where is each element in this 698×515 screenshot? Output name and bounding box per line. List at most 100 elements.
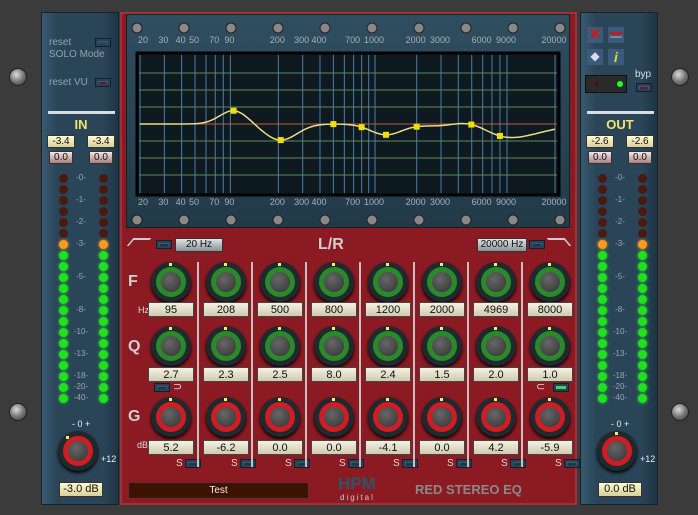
reset-vu-switch[interactable] <box>95 78 111 87</box>
clip-right[interactable]: 0.0 <box>89 151 113 164</box>
band-1-gain-knob[interactable] <box>151 397 191 437</box>
band-4-freq-value[interactable]: 800 <box>311 302 357 317</box>
meter-led <box>638 218 647 227</box>
band-2-gain-value[interactable]: -6.2 <box>203 440 249 455</box>
band-3-q-knob[interactable] <box>260 326 300 366</box>
band-point[interactable] <box>496 132 503 139</box>
high-cut-switch[interactable] <box>529 240 545 249</box>
meter-led <box>598 174 607 183</box>
meter-led <box>638 372 647 381</box>
band-point[interactable] <box>230 107 237 114</box>
minimize-icon[interactable] <box>608 27 624 43</box>
band-3-freq-knob[interactable] <box>260 262 300 302</box>
meter-led <box>598 262 607 271</box>
high-cut-value[interactable]: 20000 Hz <box>477 238 527 252</box>
band-8-q-value[interactable]: 1.0 <box>527 367 573 382</box>
band-3-q-value[interactable]: 2.5 <box>257 367 303 382</box>
band-7-freq-knob[interactable] <box>476 262 516 302</box>
band-5-gain-value[interactable]: -4.1 <box>365 440 411 455</box>
clip-left[interactable]: 0.0 <box>49 151 73 164</box>
band-4-solo-switch[interactable] <box>348 459 364 468</box>
band-8-q-knob[interactable] <box>530 326 570 366</box>
band-4-gain-value[interactable]: 0.0 <box>311 440 357 455</box>
clip-left[interactable]: 0.0 <box>588 151 612 164</box>
band-4-q-knob[interactable] <box>314 326 354 366</box>
preset-name-field[interactable]: Test <box>129 483 308 498</box>
band-4-q-value[interactable]: 8.0 <box>311 367 357 382</box>
band-7-freq-value[interactable]: 4969 <box>473 302 519 317</box>
band-7-gain-value[interactable]: 4.2 <box>473 440 519 455</box>
band-6-gain-value[interactable]: 0.0 <box>419 440 465 455</box>
info-icon[interactable]: i <box>608 49 624 65</box>
band-8-freq-value[interactable]: 8000 <box>527 302 573 317</box>
band-5-freq-knob[interactable] <box>368 262 408 302</box>
band-3-gain-value[interactable]: 0.0 <box>257 440 303 455</box>
meter-led <box>59 229 68 238</box>
low-shelf-switch[interactable] <box>154 383 170 392</box>
meter-scale-label: -0- <box>615 173 625 182</box>
band-4-gain-knob[interactable] <box>314 397 354 437</box>
band-6-q-knob[interactable] <box>422 326 462 366</box>
band-5-freq-value[interactable]: 1200 <box>365 302 411 317</box>
low-cut-value[interactable]: 20 Hz <box>175 238 223 252</box>
band-1-q-knob[interactable] <box>151 326 191 366</box>
band-5-q-value[interactable]: 2.4 <box>365 367 411 382</box>
reset-label: reset <box>49 37 72 48</box>
meter-led <box>598 350 607 359</box>
band-6-gain-knob[interactable] <box>422 397 462 437</box>
band-7-q-knob[interactable] <box>476 326 516 366</box>
band-2-freq-value[interactable]: 208 <box>203 302 249 317</box>
band-point[interactable] <box>468 121 475 128</box>
band-3-freq-value[interactable]: 500 <box>257 302 303 317</box>
band-8-freq-knob[interactable] <box>530 262 570 302</box>
divider <box>587 111 654 114</box>
bypass-switch[interactable] <box>636 83 652 92</box>
band-7-q-value[interactable]: 2.0 <box>473 367 519 382</box>
band-point[interactable] <box>358 124 365 131</box>
band-4-freq-knob[interactable] <box>314 262 354 302</box>
preset-icon[interactable]: ◆ <box>587 49 603 65</box>
output-gain-knob[interactable] <box>597 431 637 471</box>
band-2-gain-knob[interactable] <box>206 397 246 437</box>
band-5-solo-switch[interactable] <box>402 459 418 468</box>
band-point[interactable] <box>330 121 337 128</box>
input-gain-value[interactable]: -3.0 dB <box>59 482 103 497</box>
band-2-q-knob[interactable] <box>206 326 246 366</box>
band-point[interactable] <box>382 131 389 138</box>
band-6-freq-value[interactable]: 2000 <box>419 302 465 317</box>
band-2-solo-switch[interactable] <box>240 459 256 468</box>
band-7-gain-knob[interactable] <box>476 397 516 437</box>
band-8-solo-switch[interactable] <box>564 459 580 468</box>
band-2-q-value[interactable]: 2.3 <box>203 367 249 382</box>
band-point[interactable] <box>413 123 420 130</box>
band-1-q-value[interactable]: 2.7 <box>148 367 194 382</box>
solo-reset-switch[interactable] <box>95 38 111 47</box>
band-3-solo-switch[interactable] <box>294 459 310 468</box>
output-gain-value[interactable]: 0.0 dB <box>598 482 642 497</box>
band-3-gain-knob[interactable] <box>260 397 300 437</box>
panel-screw <box>460 214 472 226</box>
low-cut-switch[interactable] <box>156 240 172 249</box>
band-8-gain-value[interactable]: -5.9 <box>527 440 573 455</box>
meter-led <box>598 339 607 348</box>
input-gain-knob[interactable] <box>58 431 98 471</box>
high-shelf-switch[interactable] <box>553 383 569 392</box>
band-7-solo-switch[interactable] <box>510 459 526 468</box>
band-1-freq-value[interactable]: 95 <box>148 302 194 317</box>
knob-scale: - 0 + <box>611 419 630 429</box>
meter-led <box>59 273 68 282</box>
band-6-freq-knob[interactable] <box>422 262 462 302</box>
clip-right[interactable]: 0.0 <box>628 151 652 164</box>
band-5-q-knob[interactable] <box>368 326 408 366</box>
band-1-gain-value[interactable]: 5.2 <box>148 440 194 455</box>
meter-led <box>59 317 68 326</box>
bypass-led-switch[interactable] <box>585 75 627 93</box>
band-8-gain-knob[interactable] <box>530 397 570 437</box>
band-2-freq-knob[interactable] <box>206 262 246 302</box>
band-1-freq-knob[interactable] <box>151 262 191 302</box>
band-5-gain-knob[interactable] <box>368 397 408 437</box>
close-icon[interactable]: ✕ <box>587 27 603 43</box>
band-6-q-value[interactable]: 1.5 <box>419 367 465 382</box>
band-point[interactable] <box>277 137 284 144</box>
band-6-solo-switch[interactable] <box>456 459 472 468</box>
